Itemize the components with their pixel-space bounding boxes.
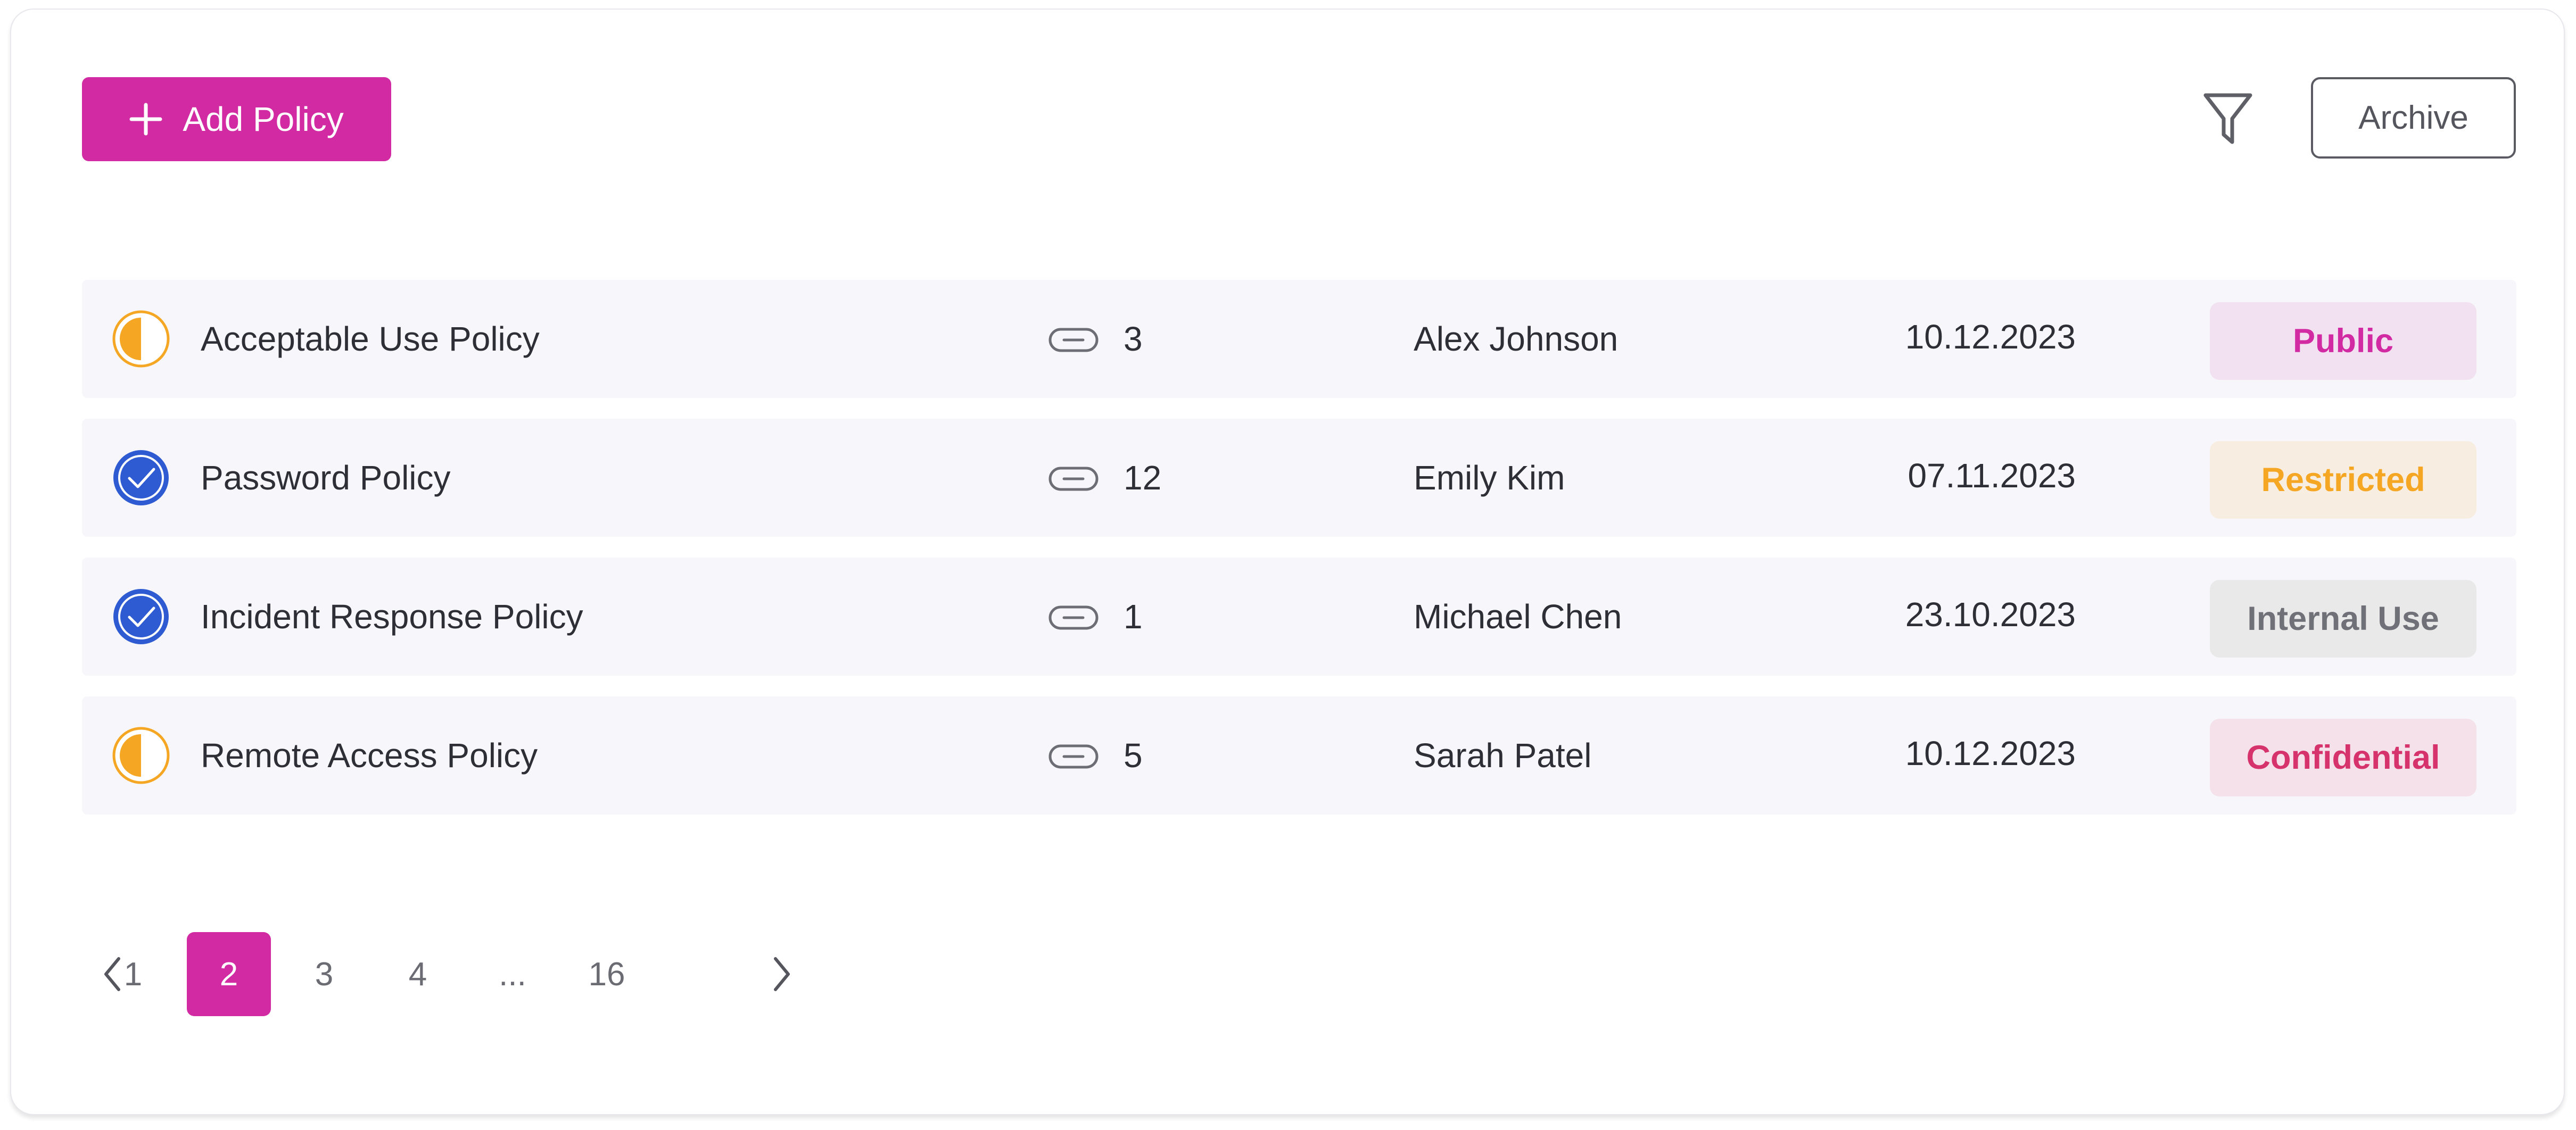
chevron-right-icon [774, 957, 790, 991]
link-icon [1048, 744, 1099, 769]
page-button[interactable]: 16 [569, 932, 644, 1016]
policy-row[interactable]: Incident Response Policy 1 Michael Chen 23.… [82, 558, 2516, 676]
add-policy-label: Add Policy [183, 100, 344, 138]
classification-badge: Internal Use [2210, 580, 2476, 658]
policy-date: 10.12.2023 [1905, 318, 2076, 356]
page-button[interactable]: 3 [287, 932, 361, 1016]
linked-count: 3 [1124, 320, 1143, 358]
policy-list: Acceptable Use Policy 3 Alex Johnson 10.12.… [82, 280, 2516, 835]
policy-name: Remote Access Policy [201, 736, 538, 775]
check-circle-icon [113, 450, 169, 505]
classification-badge: Confidential [2210, 719, 2476, 796]
page-button[interactable]: 4 [381, 932, 455, 1016]
page-button[interactable]: 2 [187, 932, 271, 1016]
pagination-ellipsis: ... [499, 955, 526, 993]
link-icon [1048, 605, 1099, 630]
page: Add Policy Archive Acceptable Use Policy… [0, 0, 2576, 1130]
policy-owner: Michael Chen [1414, 597, 1622, 636]
archive-button[interactable]: Archive [2311, 77, 2516, 159]
plus-icon [129, 103, 162, 136]
policy-name: Incident Response Policy [201, 597, 583, 636]
link-icon [1048, 328, 1099, 352]
half-circle-icon [112, 727, 170, 784]
pagination: 1 2 3 4... 16 [94, 932, 839, 1016]
policy-row[interactable]: Remote Access Policy 5 Sarah Patel 10.12.20… [82, 696, 2516, 815]
policy-row[interactable]: Acceptable Use Policy 3 Alex Johnson 10.12.… [82, 280, 2516, 398]
policy-owner: Emily Kim [1414, 459, 1565, 497]
policy-row[interactable]: Password Policy 12 Emily Kim 07.11.2023 Rest… [82, 419, 2516, 537]
linked-count: 1 [1124, 597, 1143, 636]
policy-date: 07.11.2023 [1908, 456, 2076, 495]
half-circle-icon [112, 310, 170, 368]
link-icon [1048, 467, 1099, 491]
policy-name: Password Policy [201, 459, 451, 497]
filter-icon [2203, 93, 2252, 144]
add-policy-button[interactable]: Add Policy [82, 77, 391, 161]
linked-count: 5 [1124, 736, 1143, 775]
policy-date: 10.12.2023 [1905, 734, 2076, 772]
policies-card: Add Policy Archive Acceptable Use Policy… [10, 9, 2565, 1115]
classification-badge: Public [2210, 302, 2476, 380]
policy-date: 23.10.2023 [1905, 595, 2076, 634]
page-button[interactable]: 1 [96, 932, 170, 1016]
filter-button[interactable] [2200, 91, 2256, 147]
policy-owner: Sarah Patel [1414, 736, 1592, 775]
linked-count: 12 [1124, 459, 1162, 497]
pagination-next-button[interactable] [753, 932, 811, 1016]
check-circle-icon [113, 589, 169, 644]
policy-name: Acceptable Use Policy [201, 320, 540, 358]
policy-owner: Alex Johnson [1414, 320, 1619, 358]
archive-label: Archive [2358, 99, 2468, 136]
classification-badge: Restricted [2210, 441, 2476, 519]
